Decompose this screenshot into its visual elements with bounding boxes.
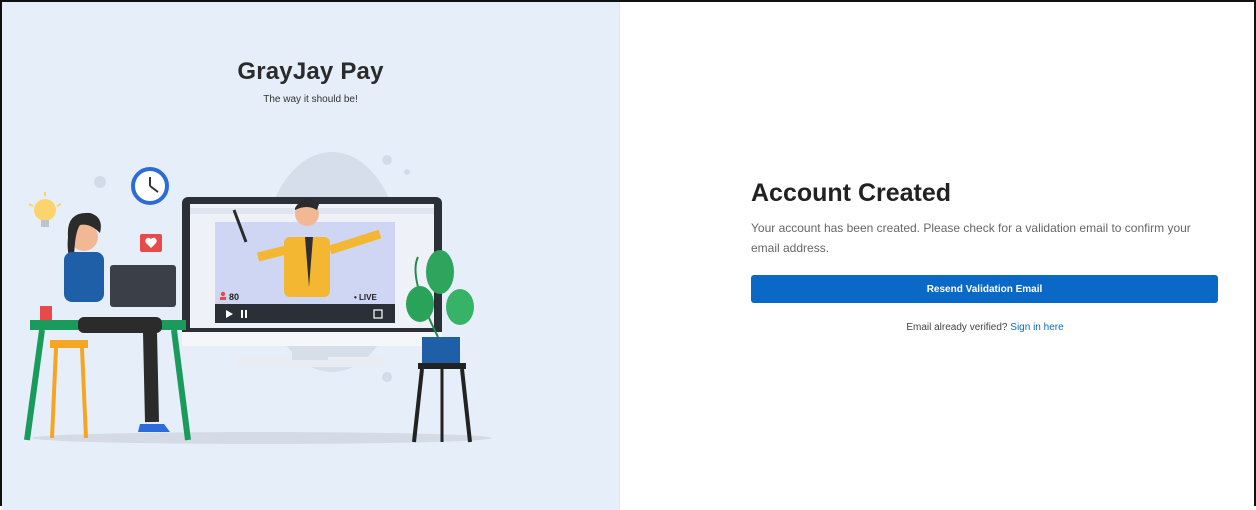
verified-prompt-text: Email already verified?	[906, 322, 1008, 333]
page: GrayJay Pay The way it should be! 80 • L…	[0, 0, 1256, 510]
content-panel: Account Created Your account has been cr…	[620, 2, 1254, 506]
lightbulb-icon	[28, 192, 62, 227]
signin-prompt: Email already verified? Sign in here	[751, 322, 1219, 333]
brand-title: GrayJay Pay	[237, 58, 384, 85]
brand-panel: GrayJay Pay The way it should be! 80 • L…	[2, 2, 620, 510]
heart-icon	[140, 234, 162, 252]
page-title: Account Created	[751, 179, 952, 207]
illustration: 80 • LIVE	[24, 152, 492, 444]
account-created-card: Account Created Your account has been cr…	[751, 178, 1219, 333]
signin-link[interactable]: Sign in here	[1010, 322, 1063, 333]
viewer-count: 80	[229, 292, 239, 302]
live-label: • LIVE	[354, 293, 377, 302]
clock-icon	[131, 167, 169, 205]
confirmation-message: Your account has been created. Please ch…	[751, 221, 1191, 255]
resend-validation-button[interactable]: Resend Validation Email	[751, 275, 1218, 303]
brand-tagline: The way it should be!	[263, 94, 358, 105]
brand-header: GrayJay Pay The way it should be!	[2, 58, 619, 105]
